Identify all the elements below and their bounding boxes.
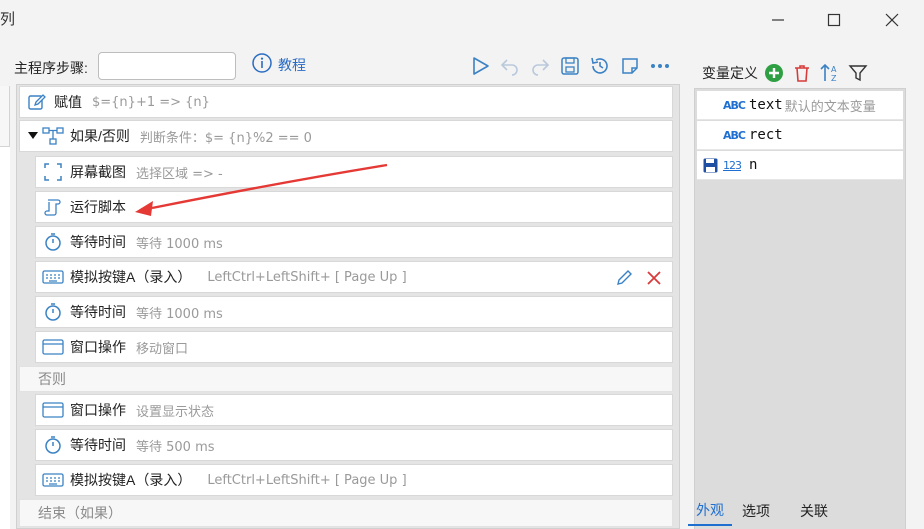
- add-variable-icon[interactable]: [762, 61, 786, 85]
- flow-row-desc: 等待 1000 ms: [136, 306, 223, 322]
- flow-row-desc: 等待 1000 ms: [136, 236, 223, 252]
- flow-row-name: 等待时间: [70, 234, 126, 250]
- flow-row-wait[interactable]: 等待时间 等待 1000 ms: [35, 226, 673, 258]
- maximize-button[interactable]: [822, 8, 846, 32]
- info-icon: [252, 53, 272, 76]
- toolbar: 主程序步骤: 教程: [0, 48, 680, 84]
- type-badge-number: 123: [723, 158, 742, 172]
- tutorial-label: 教程: [278, 56, 306, 73]
- flow-row-desc: 等待 500 ms: [136, 439, 215, 455]
- more-button[interactable]: [648, 54, 672, 78]
- type-badge-text: ABC: [723, 98, 746, 112]
- flow-row-name: 等待时间: [70, 304, 126, 320]
- flow-row-name: 运行脚本: [70, 199, 126, 215]
- flow-row-desc: $={n}+1 => {n}: [92, 94, 210, 110]
- trash-icon[interactable]: [790, 61, 814, 85]
- script-icon: [42, 196, 64, 218]
- flow-row-assign[interactable]: 赋值 $={n}+1 => {n}: [19, 86, 673, 118]
- step-input[interactable]: [98, 52, 236, 80]
- flow-row-desc: 移动窗口: [136, 341, 189, 357]
- delete-x-icon[interactable]: [644, 268, 664, 288]
- flow-row-desc: 设置显示状态: [136, 404, 215, 420]
- variable-list: ABC text 默认的文本变量 ABC rect 123 n: [694, 88, 906, 529]
- flow-row-desc: LeftCtrl+LeftShift+ [ Page Up ]: [207, 269, 407, 285]
- svg-text:A: A: [831, 65, 837, 74]
- collapse-triangle-icon[interactable]: [28, 132, 38, 140]
- flow-row-name: 等待时间: [70, 437, 126, 453]
- run-button[interactable]: [468, 54, 492, 78]
- window-icon: [42, 399, 64, 421]
- panel-tabs: 外观 选项 关联: [688, 496, 912, 526]
- variable-desc: 默认的文本变量: [784, 98, 876, 114]
- flow-row-desc: 选择区域 => -: [136, 166, 223, 182]
- tab-options[interactable]: 选项: [734, 496, 778, 526]
- history-button[interactable]: [588, 54, 612, 78]
- flow-row-window-op[interactable]: 窗口操作 移动窗口: [35, 331, 673, 363]
- flow-row-desc: LeftCtrl+LeftShift+ [ Page Up ]: [207, 472, 407, 488]
- flow-row-window-op[interactable]: 窗口操作 设置显示状态: [35, 394, 673, 426]
- variables-title: 变量定义: [702, 65, 758, 81]
- flow-row-if-else[interactable]: 如果/否则 判断条件：$= {n}%2 == 0: [19, 120, 673, 152]
- variable-name: n: [749, 157, 758, 173]
- stopwatch-icon: [42, 231, 64, 253]
- variable-item-text[interactable]: ABC text 默认的文本变量: [697, 91, 903, 120]
- tutorial-link[interactable]: 教程: [252, 53, 306, 76]
- flow-row-name: 模拟按键A（录入）: [70, 269, 192, 285]
- save-button[interactable]: [558, 54, 582, 78]
- window-title: 列: [0, 11, 16, 28]
- window-icon: [42, 336, 64, 358]
- flow-row-wait[interactable]: 等待时间 等待 500 ms: [35, 429, 673, 461]
- flow-row-wait[interactable]: 等待时间 等待 1000 ms: [35, 296, 673, 328]
- minimize-button[interactable]: [766, 8, 790, 32]
- flow-row-name: 如果/否则: [70, 128, 130, 144]
- flow-row-name: 赋值: [54, 94, 82, 110]
- flow-row-desc: 判断条件：$= {n}%2 == 0: [139, 130, 312, 146]
- flow-row-name: 屏幕截图: [70, 164, 126, 180]
- keyboard-icon: [42, 469, 64, 491]
- variables-header: 变量定义 AZ: [688, 60, 912, 86]
- type-badge-text: ABC: [723, 128, 746, 142]
- row-actions: [614, 268, 664, 288]
- variable-name: rect: [749, 127, 783, 143]
- tab-appearance[interactable]: 外观: [688, 496, 732, 526]
- flow-row-name: 模拟按键A（录入）: [70, 472, 192, 488]
- redo-button[interactable]: [528, 54, 552, 78]
- tab-relations[interactable]: 关联: [792, 496, 836, 526]
- variable-name: text: [749, 97, 783, 113]
- svg-text:Z: Z: [831, 74, 837, 83]
- flow-row-key-sim[interactable]: 模拟按键A（录入） LeftCtrl+LeftShift+ [ Page Up …: [35, 464, 673, 496]
- flow-row-name: 结束（如果）: [38, 505, 122, 521]
- flow-row-name: 窗口操作: [70, 339, 126, 355]
- stopwatch-icon: [42, 434, 64, 456]
- flow-editor: 赋值 $={n}+1 => {n} 如果/否则 判断条件：$= {n}%2 ==…: [16, 84, 680, 529]
- flow-row-name: 窗口操作: [70, 402, 126, 418]
- flow-row-key-sim[interactable]: 模拟按键A（录入） LeftCtrl+LeftShift+ [ Page Up …: [35, 261, 673, 293]
- variable-item-n[interactable]: 123 n: [697, 151, 903, 180]
- stopwatch-icon: [42, 301, 64, 323]
- edit-icon: [26, 91, 48, 113]
- undo-button[interactable]: [498, 54, 522, 78]
- step-label: 主程序步骤:: [14, 60, 88, 76]
- branch-icon: [42, 125, 64, 147]
- keyboard-icon: [42, 266, 64, 288]
- pencil-icon[interactable]: [614, 268, 634, 288]
- variables-panel: 变量定义 AZ ABC text 默认的文本变量 ABC rect 123 n …: [688, 60, 912, 529]
- sort-az-icon[interactable]: AZ: [818, 61, 842, 85]
- flow-row-name: 否则: [38, 371, 66, 387]
- save-disk-icon: [703, 158, 718, 176]
- variable-item-rect[interactable]: ABC rect: [697, 121, 903, 150]
- left-side-panel: [0, 86, 10, 529]
- filter-icon[interactable]: [846, 61, 870, 85]
- title-bar: 列: [0, 0, 924, 40]
- flow-row-else[interactable]: 否则: [19, 366, 673, 392]
- flow-row-run-script[interactable]: 运行脚本: [35, 191, 673, 223]
- flow-row-screenshot[interactable]: 屏幕截图 选择区域 => -: [35, 156, 673, 188]
- note-button[interactable]: [618, 54, 642, 78]
- close-button[interactable]: [880, 8, 904, 32]
- flow-row-end-if[interactable]: 结束（如果）: [19, 499, 673, 527]
- screenshot-icon: [42, 161, 64, 183]
